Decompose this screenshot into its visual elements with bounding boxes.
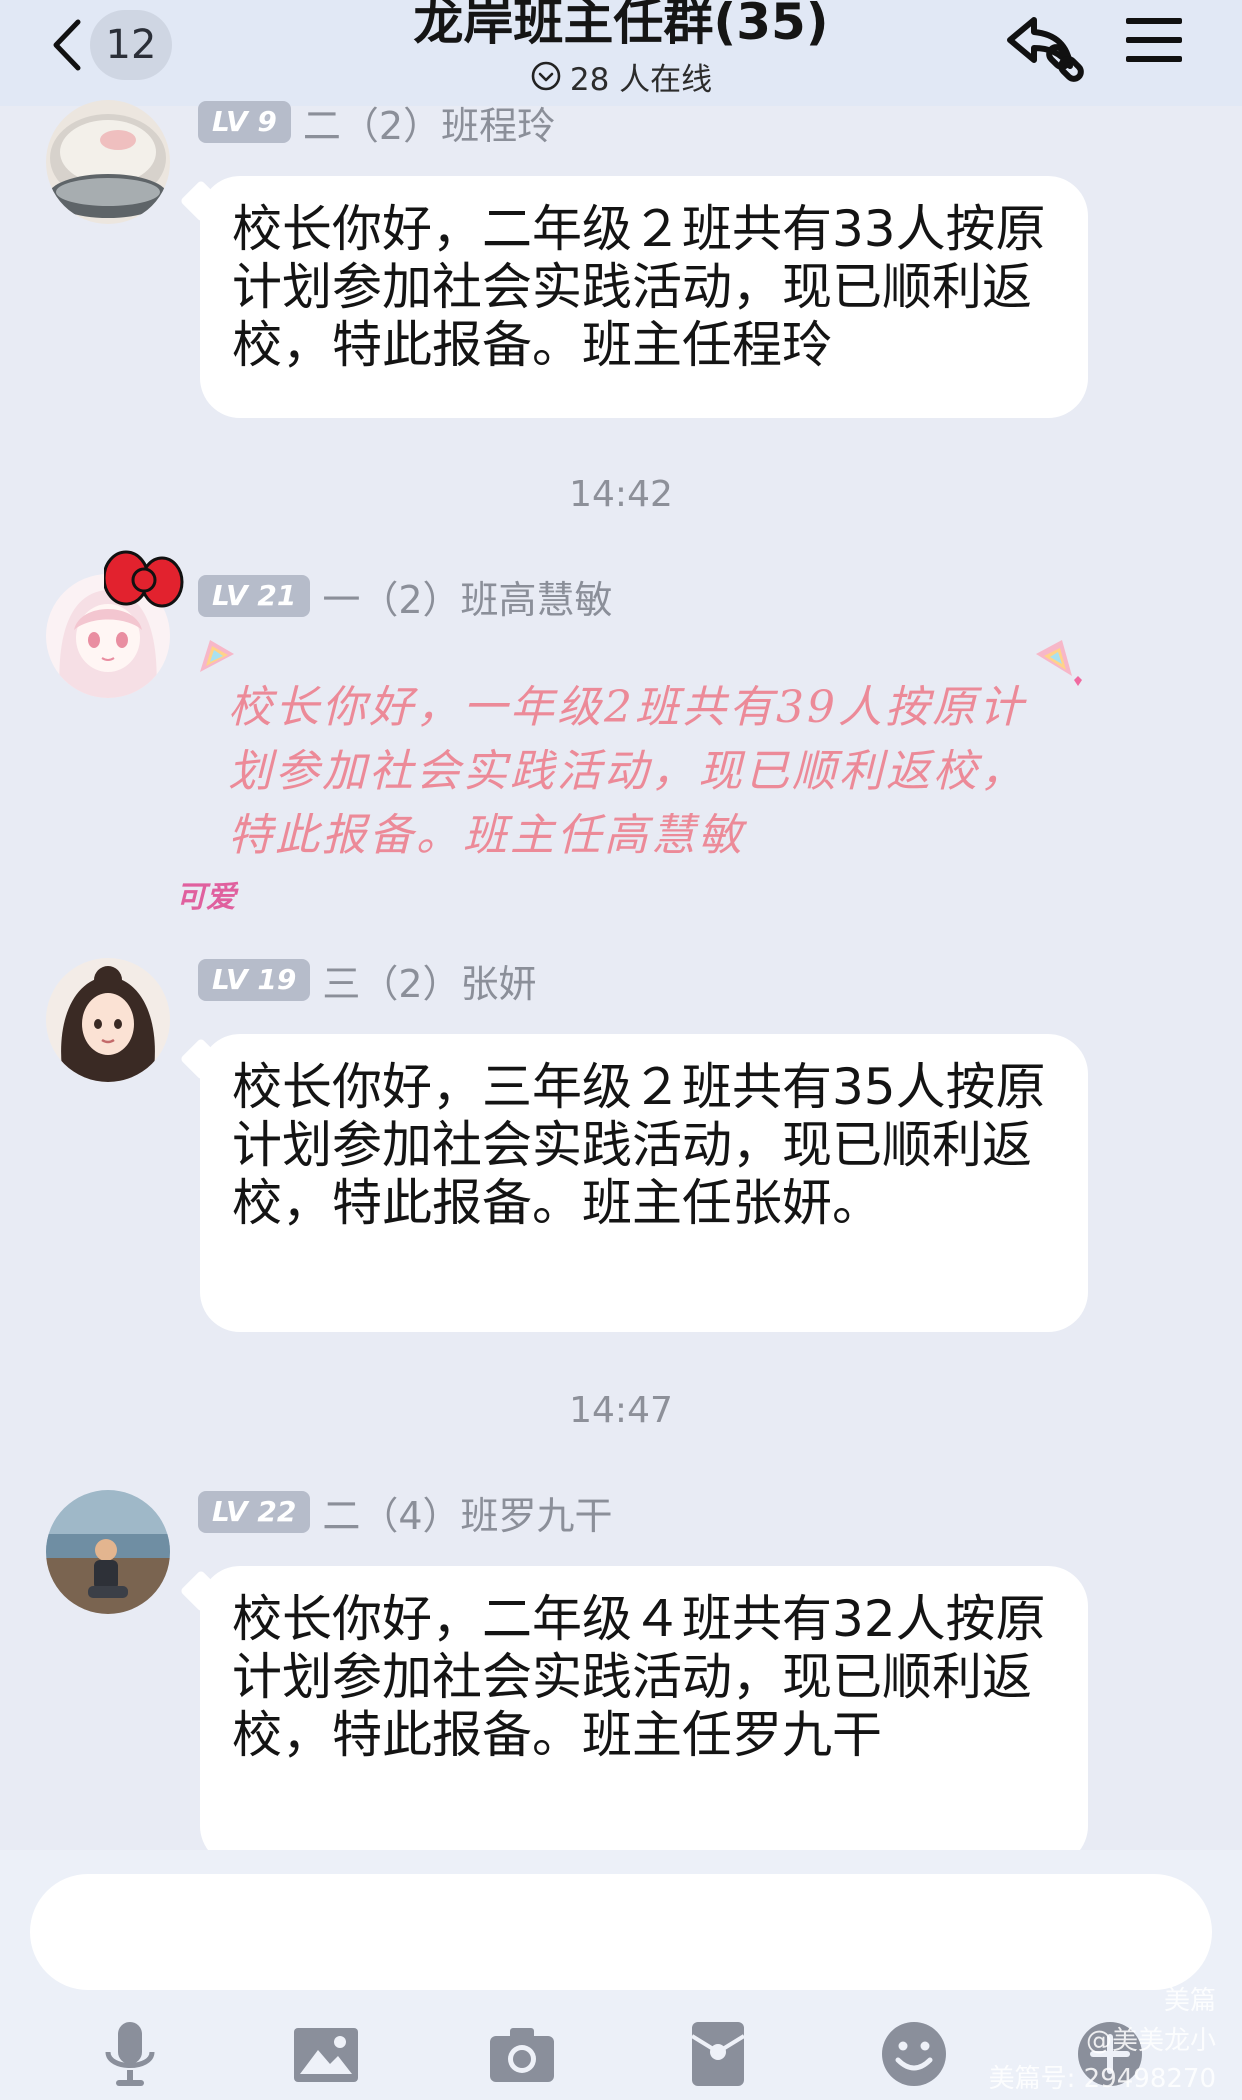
sender-name: 三（2）张妍 <box>322 961 537 1006</box>
sender-name: 二（4）班罗九干 <box>322 1493 613 1538</box>
back-button[interactable]: 12 <box>40 8 180 80</box>
watermark-author: @美美龙小 <box>1085 2026 1216 2056</box>
rainbow-corner-decoration <box>200 640 234 672</box>
avatar[interactable] <box>46 100 170 224</box>
red-packet-icon[interactable] <box>682 2018 754 2090</box>
message-bubble[interactable]: 校长你好，二年级４班共有32人按原计划参加社会实践活动，现已顺利返校，特此报备。… <box>200 1566 1088 1866</box>
menu-icon[interactable] <box>1124 14 1184 66</box>
level-badge: LV 22 <box>198 1491 311 1533</box>
chevron-left-icon <box>53 19 81 71</box>
microphone-icon[interactable] <box>94 2018 166 2090</box>
level-badge: LV 9 <box>198 101 291 143</box>
timestamp: 14:42 <box>569 474 673 515</box>
message-input[interactable] <box>30 1874 1212 1990</box>
avatar[interactable] <box>46 958 170 1082</box>
chat-header: 12 龙岸班主任群(35) 28 人在线 <box>0 0 1242 106</box>
emoji-icon[interactable] <box>878 2018 950 2090</box>
image-icon[interactable] <box>290 2018 362 2090</box>
avatar-image <box>46 958 170 1082</box>
level-badge: LV 21 <box>198 575 311 617</box>
avatar-image <box>46 1490 170 1614</box>
page-title: 龙岸班主任群(35) <box>413 0 829 51</box>
watermark-brand: 美篇 <box>1163 1986 1216 2016</box>
hello-kitty-bow-decoration <box>104 550 184 608</box>
sender-row: LV 22 二（4）班罗九干 <box>198 1490 613 1538</box>
message-bubble[interactable]: 校长你好，三年级２班共有35人按原计划参加社会实践活动，现已顺利返校，特此报备。… <box>200 1034 1088 1332</box>
sender-name: 一（2）班高慧敏 <box>322 577 613 622</box>
sender-row: LV 21 一（2）班高慧敏 <box>198 574 613 622</box>
sender-row: LV 19 三（2）张妍 <box>198 958 537 1006</box>
camera-icon[interactable] <box>486 2018 558 2090</box>
level-badge: LV 19 <box>198 959 311 1001</box>
avatar[interactable] <box>46 1490 170 1614</box>
avatar-image <box>46 100 170 224</box>
cute-sticker: 可爱 <box>176 880 236 915</box>
chevron-circle-icon <box>531 61 561 91</box>
online-status[interactable]: 28 人在线 <box>400 56 842 98</box>
online-count: 28 人在线 <box>569 61 713 98</box>
message-bubble-themed[interactable]: 校长你好，一年级2班共有39人按原计划参加社会实践活动，现已顺利返校，特此报备。… <box>228 676 1048 868</box>
watermark-id: 美篇号: 29498270 <box>988 2064 1216 2094</box>
share-link-icon[interactable] <box>1004 10 1088 86</box>
sender-name: 二（2）班程玲 <box>302 103 556 148</box>
timestamp: 14:47 <box>569 1390 673 1431</box>
sender-row: LV 9 二（2）班程玲 <box>198 100 555 148</box>
message-bubble[interactable]: 校长你好，二年级２班共有33人按原计划参加社会实践活动，现已顺利返校，特此报备。… <box>200 176 1088 418</box>
unread-count-badge: 12 <box>90 10 172 80</box>
